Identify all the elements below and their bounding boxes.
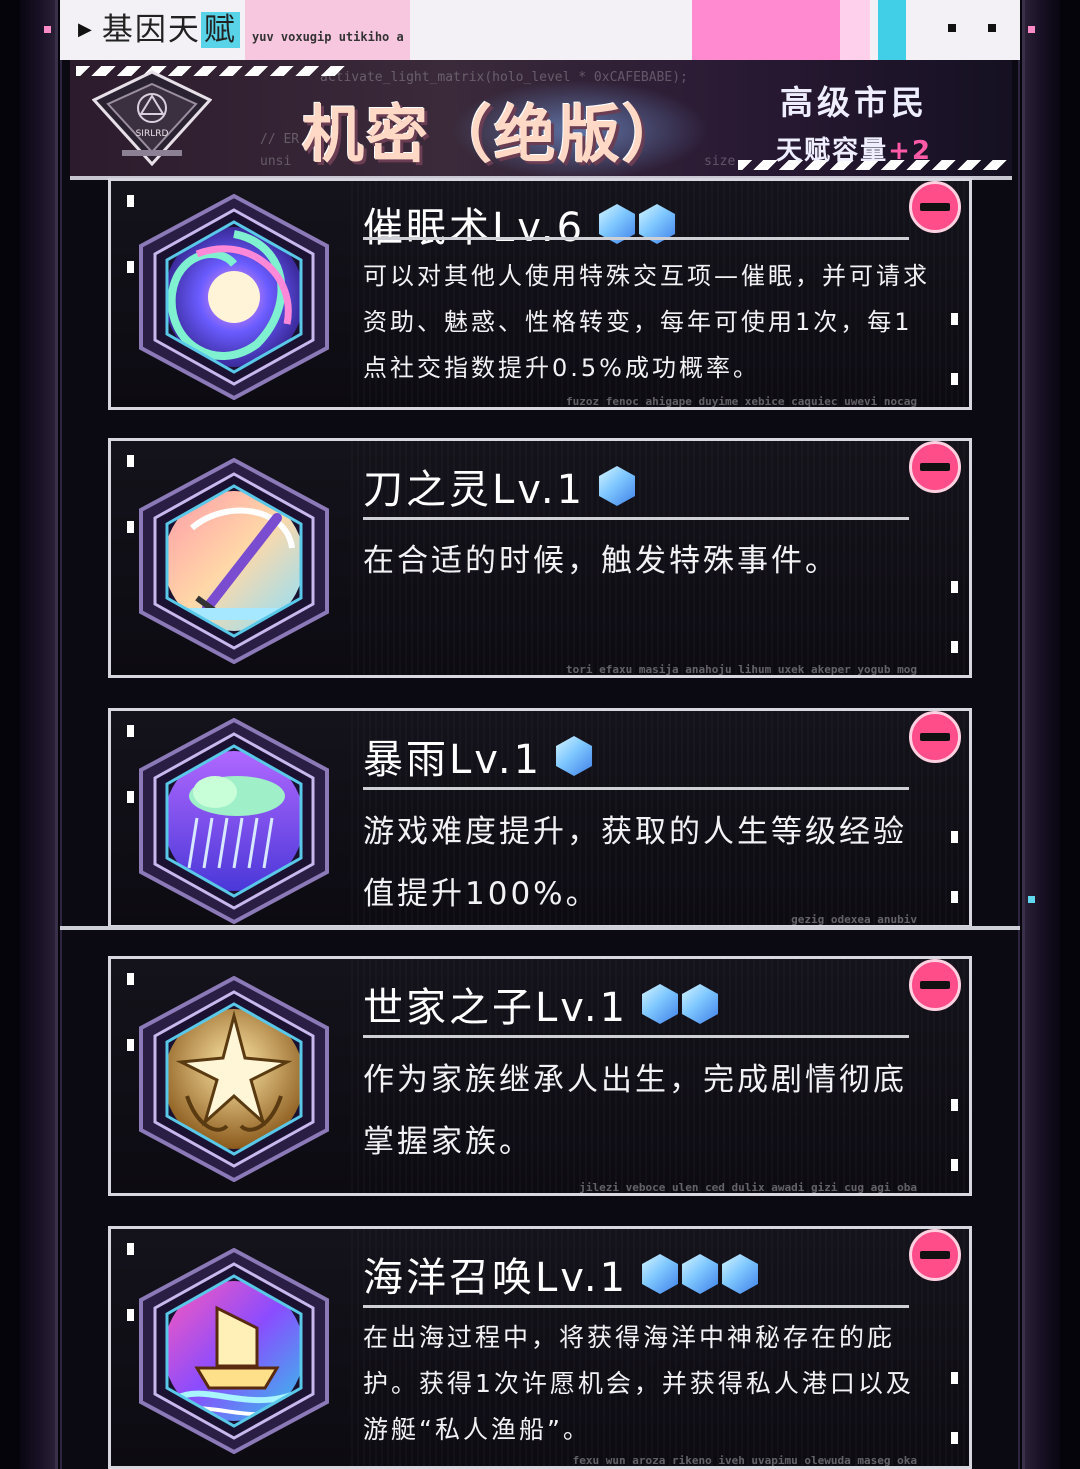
talent-name: 刀之灵Lv.1	[363, 467, 586, 513]
rank-badge-icon: SIRLRD	[92, 70, 212, 166]
talent-card: 暴雨Lv.1 游戏难度提升，获取的人生等级经验值提升100%。 gezig odex…	[108, 708, 972, 928]
code-text: unsi	[260, 154, 292, 169]
talent-title: 世家之子Lv.1	[363, 975, 719, 1033]
talent-description: 可以对其他人使用特殊交互项—催眠，并可请求资助、魅惑、性格转变，每年可使用1次，…	[363, 262, 930, 382]
corner-tick	[127, 261, 134, 273]
rarity-gems	[642, 1254, 759, 1294]
hypnosis-vortex-icon	[139, 194, 329, 400]
corner-tick	[127, 791, 134, 803]
remove-talent-button[interactable]	[909, 1229, 961, 1281]
corner-tick	[951, 1432, 958, 1444]
capacity-bonus: +2	[888, 136, 932, 166]
right-frame	[1022, 0, 1060, 1469]
card-footer-text: fexu wun aroza rikeno iveh uvapimu olewu…	[572, 1454, 917, 1467]
play-arrow-icon: ▶	[78, 19, 94, 40]
talent-card: 海洋召唤Lv.1 在出海过程中，将获得海洋中神秘存在的庇护。获得1次许愿机会，并获…	[108, 1226, 972, 1469]
corner-tick	[127, 1243, 134, 1255]
corner-tick	[127, 1309, 134, 1321]
title-underline	[363, 1035, 909, 1038]
rarity-gem-icon	[642, 984, 679, 1024]
tab-title: 基因天赋	[102, 8, 240, 52]
tab-square	[988, 24, 996, 32]
corner-tick	[127, 455, 134, 467]
rarity-gem-icon	[599, 466, 636, 506]
banner-title: 机密（绝版）	[302, 98, 687, 171]
remove-talent-button[interactable]	[909, 181, 961, 233]
tab-square	[948, 24, 956, 32]
left-frame	[20, 0, 58, 1469]
talent-name: 催眠术Lv.6	[363, 205, 586, 251]
section-divider	[60, 926, 1020, 930]
corner-tick	[951, 831, 958, 843]
rarity-gem-icon	[642, 1254, 679, 1294]
remove-talent-button[interactable]	[909, 441, 961, 493]
spirit-blade-icon	[139, 458, 329, 664]
talent-description: 作为家族继承人出生，完成剧情彻底掌握家族。	[363, 1062, 907, 1160]
card-footer-text: gezig odexea anubiv	[791, 913, 917, 926]
title-underline	[363, 787, 909, 790]
talent-title: 暴雨Lv.1	[363, 727, 593, 785]
rank-banner: activate_light_matrix(holo_level * 0xCAF…	[70, 60, 1012, 180]
frame-dot	[1028, 896, 1035, 903]
talent-name: 世家之子Lv.1	[363, 985, 629, 1031]
svg-text:SIRLRD: SIRLRD	[136, 129, 169, 139]
ocean-ship-icon	[139, 1247, 329, 1454]
tab-subtitle: yuv voxugip utikiho a	[252, 30, 404, 44]
talent-description: 在出海过程中，将获得海洋中神秘存在的庇护。获得1次许愿机会，并获得私人港口以及游…	[363, 1323, 914, 1444]
talent-name: 海洋召唤Lv.1	[363, 1255, 629, 1301]
corner-tick	[951, 1372, 958, 1384]
corner-tick	[127, 973, 134, 985]
rarity-gems	[642, 984, 719, 1024]
talent-title: 刀之灵Lv.1	[363, 457, 636, 515]
tab-stripe	[878, 0, 906, 60]
frame-dot	[44, 26, 51, 33]
tab-bar: ▶ 基因天赋 yuv voxugip utikiho a	[60, 0, 1020, 60]
rarity-gem-icon	[556, 736, 593, 776]
corner-tick	[127, 725, 134, 737]
code-text: // ER	[260, 132, 300, 147]
rank-title: 高级市民	[780, 83, 929, 122]
corner-tick	[951, 641, 958, 653]
rarity-gem-icon	[722, 1254, 759, 1294]
title-underline	[363, 517, 909, 520]
card-footer-text: fuzoz fenoc ahigape duyime xebice caquie…	[566, 395, 917, 408]
tab-stripe	[840, 0, 870, 60]
tab-stripe	[692, 0, 840, 60]
talent-card: 催眠术Lv.6 可以对其他人使用特殊交互项—催眠，并可请求资助、魅惑、性格转变，每…	[108, 178, 972, 410]
storm-cloud-icon	[139, 718, 329, 924]
corner-tick	[951, 1159, 958, 1171]
capacity-label: 天赋容量	[776, 136, 889, 166]
family-crest-icon	[139, 976, 329, 1182]
card-footer-text: jilezi veboce ulen ced dulix awadi gizi …	[579, 1181, 917, 1194]
talent-name: 暴雨Lv.1	[363, 737, 543, 783]
talent-description: 在合适的时候，触发特殊事件。	[363, 543, 839, 579]
corner-tick	[951, 313, 958, 325]
rarity-gems	[599, 466, 636, 506]
talent-capacity: 天赋容量+2	[776, 130, 932, 167]
remove-talent-button[interactable]	[909, 959, 961, 1011]
tab-genetic-talent[interactable]: ▶ 基因天赋	[78, 8, 240, 52]
title-underline	[363, 1305, 909, 1308]
frame-dot	[1028, 26, 1035, 33]
corner-tick	[127, 1039, 134, 1051]
rarity-gem-icon	[682, 984, 719, 1024]
remove-talent-button[interactable]	[909, 711, 961, 763]
talent-title: 催眠术Lv.6	[363, 195, 676, 253]
title-underline	[363, 237, 909, 240]
corner-tick	[951, 891, 958, 903]
corner-tick	[951, 1099, 958, 1111]
rarity-gem-icon	[682, 1254, 719, 1294]
corner-tick	[951, 581, 958, 593]
corner-tick	[127, 521, 134, 533]
card-footer-text: tori efaxu masija anahoju lihum uxek ake…	[566, 663, 917, 676]
rank-info: 高级市民 天赋容量+2	[776, 76, 932, 167]
rarity-gems	[556, 736, 593, 776]
talent-title: 海洋召唤Lv.1	[363, 1245, 759, 1303]
corner-tick	[951, 373, 958, 385]
corner-tick	[127, 195, 134, 207]
talent-card: 刀之灵Lv.1 在合适的时候，触发特殊事件。 tori efaxu masija a…	[108, 438, 972, 678]
talent-description: 游戏难度提升，获取的人生等级经验值提升100%。	[363, 814, 907, 912]
talent-card: 世家之子Lv.1 作为家族继承人出生，完成剧情彻底掌握家族。 jilezi vebo…	[108, 956, 972, 1196]
